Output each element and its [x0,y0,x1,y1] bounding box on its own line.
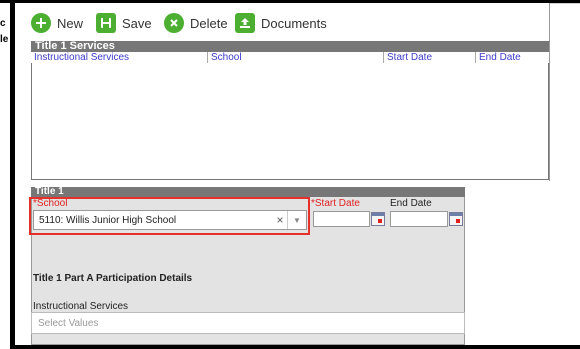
services-table-body [31,63,549,180]
column-header-end-date[interactable]: End Date [475,52,549,63]
background-window-text: le [0,34,10,45]
delete-button-label: Delete [190,15,228,31]
column-header-start-date[interactable]: Start Date [383,52,475,63]
calendar-icon[interactable] [371,212,385,226]
calendar-icon[interactable] [449,212,463,226]
title1-section-header: Title 1 [31,187,465,197]
instructional-services-multiselect[interactable]: Select Values [31,312,465,334]
instructional-services-label: Instructional Services [33,301,129,312]
floppy-disk-icon [96,13,116,33]
column-header-school[interactable]: School [207,52,383,63]
services-title: Title 1 Services [35,40,115,52]
documents-button-label: Documents [261,15,327,31]
panel-divider [550,3,580,4]
start-date-label: *Start Date [311,198,360,209]
end-date-label: End Date [390,198,432,209]
window-left-edge [10,0,15,349]
save-button-label: Save [122,15,152,31]
clear-selection-icon[interactable]: × [273,213,287,227]
column-header-instructional-services[interactable]: Instructional Services [31,52,207,63]
panel-divider [549,3,550,181]
upload-icon [235,13,255,33]
services-column-headers: Instructional Services School Start Date… [31,52,549,63]
title1-title: Title 1 [35,186,64,197]
save-button[interactable]: Save [96,12,152,34]
action-toolbar: New Save Delete Documents [15,3,580,41]
new-button-label: New [57,15,84,31]
delete-button[interactable]: Delete [164,12,228,34]
window-bottom-edge [10,345,580,349]
delete-x-icon [164,13,184,33]
plus-icon [31,13,51,33]
school-select[interactable]: 5110: Willis Junior High School × ▼ [33,210,307,230]
services-section-header: Title 1 Services [31,41,549,52]
chevron-down-icon[interactable]: ▼ [287,211,306,229]
documents-button[interactable]: Documents [235,12,327,34]
new-button[interactable]: New [31,12,83,34]
participation-details-heading: Title 1 Part A Participation Details [33,273,193,284]
school-selected-value: 5110: Willis Junior High School [39,214,177,226]
end-date-input[interactable] [390,211,448,227]
multiselect-placeholder: Select Values [38,317,99,329]
background-window-text: c [0,18,10,29]
start-date-input[interactable] [313,211,370,227]
